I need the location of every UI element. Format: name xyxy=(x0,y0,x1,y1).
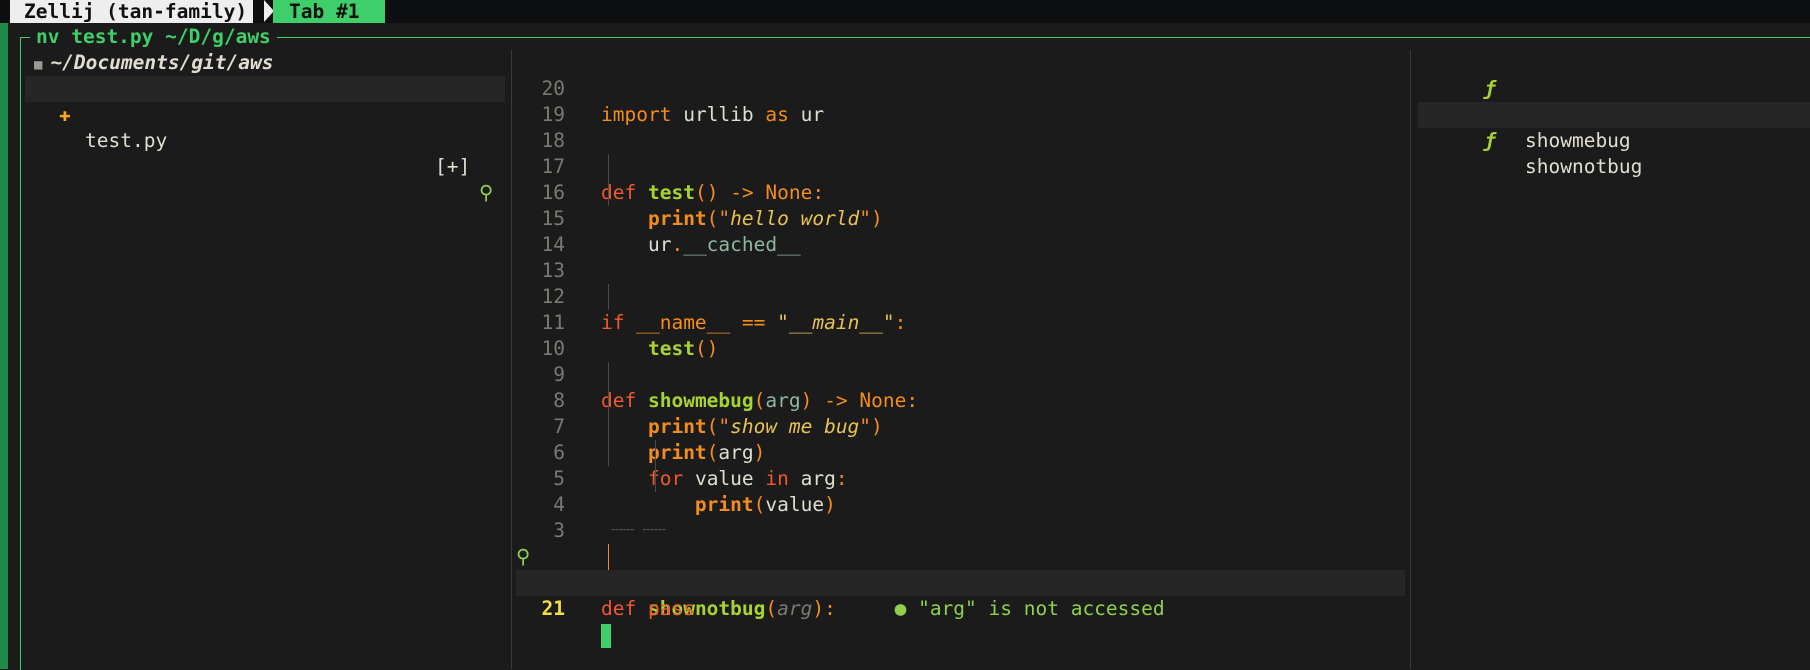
code-line[interactable]: 8 print("show me bug") xyxy=(516,362,1405,438)
current-line-number: 21 xyxy=(541,597,565,620)
tab-separator xyxy=(373,0,383,22)
outline-label: shownotbug xyxy=(1525,155,1643,178)
code-line[interactable]: 13 xyxy=(516,232,1405,282)
code-line[interactable]: 11 test() xyxy=(516,284,1405,360)
outline-separator xyxy=(1410,50,1411,669)
code-line[interactable]: 3 xyxy=(516,492,1405,542)
outline-item[interactable]: ƒ showmebug xyxy=(1418,76,1810,152)
code-line[interactable]: 20 import urllib as ur xyxy=(516,50,1405,126)
code-line[interactable]: 7 print(arg) xyxy=(516,388,1405,464)
punctuation: : xyxy=(824,597,836,620)
active-indent-guide xyxy=(608,544,609,570)
current-code-line[interactable]: 21 xyxy=(516,570,1405,648)
code-line[interactable]: 12 if __name__ == "__main__": xyxy=(516,258,1405,334)
indent-guide xyxy=(608,362,609,466)
outline-item-selected[interactable]: ƒ shownotbug xyxy=(1418,102,1810,178)
outline-item[interactable]: ƒ test xyxy=(1418,50,1810,126)
code-line[interactable]: 9 def showmebug(arg) -> None: xyxy=(516,336,1405,412)
explorer-root-folder[interactable]: ■ ~/Documents/git/aws xyxy=(34,50,274,76)
modified-file-icon: ✚ xyxy=(59,103,71,126)
code-line[interactable]: 14 xyxy=(516,206,1405,256)
indent-guide xyxy=(608,154,609,206)
code-line[interactable]: 10 xyxy=(516,310,1405,360)
left-edge-bar xyxy=(0,23,8,669)
code-line[interactable]: 15 ur.__cached__ xyxy=(516,180,1405,256)
zellij-tab-bar: Zellij (tan-family) Tab #1 xyxy=(0,0,1810,23)
keyword: pass xyxy=(647,597,695,620)
code-line[interactable]: 5 print(value) xyxy=(516,440,1405,516)
code-line[interactable]: 18 xyxy=(516,102,1405,152)
diagnostic-dot-icon: ● xyxy=(894,597,907,620)
indent-guide xyxy=(608,284,609,310)
unused-parameter: arg xyxy=(777,597,813,620)
code-line[interactable]: 1 pass xyxy=(516,544,1405,620)
punctuation: ) xyxy=(812,597,825,620)
tab-1[interactable]: Tab #1 xyxy=(273,0,385,23)
diagnostic-message: "arg" is not accessed xyxy=(918,597,1165,620)
session-name: Zellij (tan-family) xyxy=(10,0,254,23)
code-line[interactable]: ⚲ 2 def shownotbug(arg): ● "arg" is not … xyxy=(516,518,1405,620)
outline-label: showmebug xyxy=(1525,129,1631,152)
lightbulb-icon[interactable]: ⚲ xyxy=(479,180,493,206)
folder-icon: ■ xyxy=(34,57,43,73)
function-icon: ƒ xyxy=(1484,129,1496,152)
punctuation: ( xyxy=(765,597,778,620)
explorer-file-row[interactable]: ✚ test.py [+] ⚲ xyxy=(25,76,505,204)
indent-guide xyxy=(655,440,656,492)
code-line[interactable]: 19 xyxy=(516,76,1405,126)
code-line[interactable]: 17 def test() -> None: xyxy=(516,128,1405,204)
root-path: ~/Documents/git/aws xyxy=(50,51,274,74)
file-modified-badge: [+] xyxy=(435,155,471,178)
text-cursor xyxy=(601,623,611,648)
file-name: test.py xyxy=(85,129,168,152)
code-line[interactable]: 16 print("hello world") xyxy=(516,154,1405,230)
code-line[interactable]: 4 ╌╌╌ ╌╌╌ xyxy=(516,466,1405,538)
pane-title: nv test.py ~/D/g/aws xyxy=(30,25,277,49)
code-line[interactable]: 6 for value in arg: xyxy=(516,414,1405,490)
